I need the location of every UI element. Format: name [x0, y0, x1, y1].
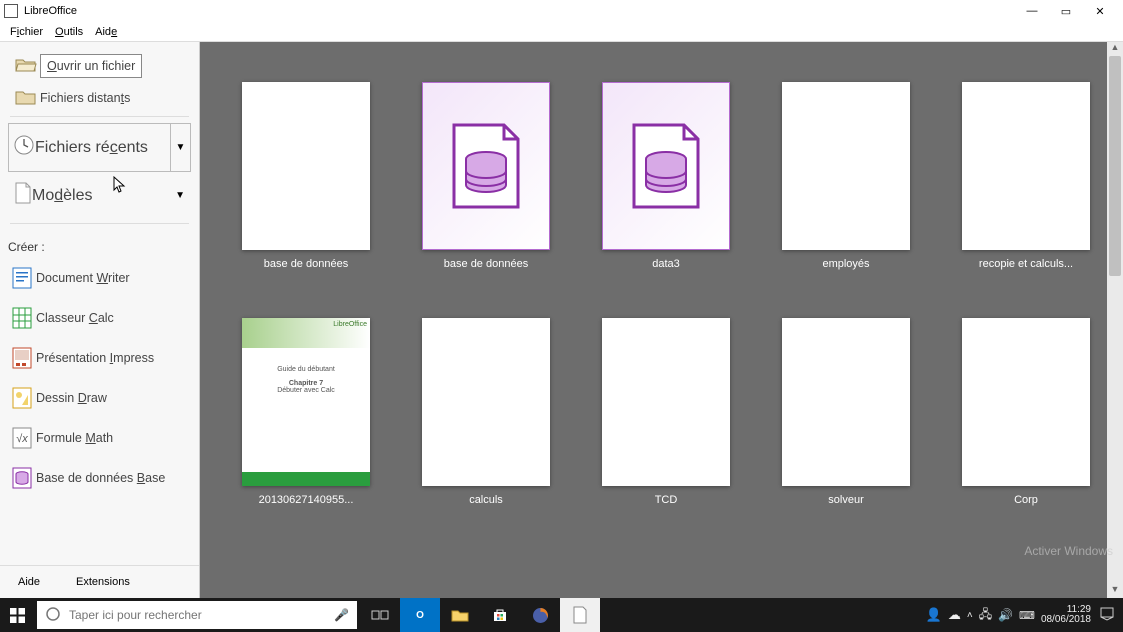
windows-taskbar: 🎤 O 👤 ☁ ˄ 🖧 🔊 ⌨ 11:29 08/06/2018	[0, 598, 1123, 632]
create-base-button[interactable]: Base de données Base	[0, 458, 199, 498]
writer-icon	[8, 267, 36, 289]
window-title: LibreOffice	[24, 5, 77, 17]
thumbnail-label: Corp	[1014, 494, 1038, 506]
menu-tools[interactable]: Outils	[49, 24, 89, 40]
document-thumbnail[interactable]: ————————————————————————————————————————…	[940, 318, 1112, 506]
cortana-icon	[45, 606, 61, 625]
document-thumbnail[interactable]: ————————————————————————————————————————…	[760, 82, 932, 270]
taskbar-app-firefox[interactable]	[520, 598, 560, 632]
taskbar-app-outlook[interactable]: O	[400, 598, 440, 632]
document-thumbnail[interactable]: ————————————————————————————————————————…	[580, 318, 752, 506]
tray-network-icon[interactable]: 🖧	[979, 605, 992, 626]
document-thumbnail[interactable]: ————————————————————————————————————————…	[940, 82, 1112, 270]
document-thumbnail[interactable]: data3	[580, 82, 752, 270]
tray-notifications-icon[interactable]	[1099, 606, 1115, 625]
help-link[interactable]: Aide	[0, 566, 58, 598]
thumbnail-label: data3	[652, 258, 680, 270]
templates-button[interactable]: Modèles ▼	[8, 172, 191, 219]
calc-icon	[8, 307, 36, 329]
task-view-button[interactable]	[360, 598, 400, 632]
thumbnail-label: base de données	[444, 258, 528, 270]
taskbar-app-explorer[interactable]	[440, 598, 480, 632]
extensions-link[interactable]: Extensions	[58, 566, 148, 598]
draw-icon	[8, 387, 36, 409]
sidebar-footer: Aide Extensions	[0, 565, 199, 598]
thumbnail-label: base de données	[264, 258, 348, 270]
document-thumbnail[interactable]: LibreOfficeGuide du débutantChapitre 7Dé…	[220, 318, 392, 506]
recent-files-button[interactable]: Fichiers récents ▼	[8, 123, 191, 172]
microphone-icon[interactable]: 🎤	[334, 608, 349, 622]
svg-text:√x: √x	[16, 433, 28, 445]
math-icon: √x	[8, 427, 36, 449]
window-titlebar: LibreOffice — ▭ ✕	[0, 0, 1123, 22]
templates-dropdown[interactable]: ▼	[175, 190, 185, 201]
minimize-button[interactable]: —	[1025, 5, 1039, 18]
thumbnail-label: employés	[822, 258, 869, 270]
taskbar-app-libreoffice[interactable]	[560, 598, 600, 632]
vertical-scrollbar[interactable]: ▲ ▼	[1107, 42, 1123, 598]
search-input[interactable]	[69, 608, 326, 622]
tray-language-icon[interactable]: ⌨	[1019, 609, 1035, 622]
document-thumbnail[interactable]: ————————————————————————————————————————…	[400, 318, 572, 506]
document-icon	[14, 182, 32, 209]
taskbar-app-store[interactable]	[480, 598, 520, 632]
remote-files-button[interactable]: Fichiers distants	[8, 84, 191, 112]
app-icon	[4, 4, 18, 18]
menu-help[interactable]: Aide	[89, 24, 123, 40]
create-calc-button[interactable]: Classeur Calc	[0, 298, 199, 338]
thumbnail-label: TCD	[655, 494, 678, 506]
recent-files-dropdown[interactable]: ▼	[170, 124, 190, 171]
thumbnail-label: solveur	[828, 494, 863, 506]
open-file-button[interactable]: Ouvrir un fichier	[8, 48, 191, 84]
create-draw-button[interactable]: Dessin Draw	[0, 378, 199, 418]
base-icon	[8, 467, 36, 489]
folder-open-icon	[12, 58, 40, 74]
document-thumbnail[interactable]: ————————————————————————————————————————…	[220, 82, 392, 270]
create-writer-button[interactable]: Document Writer	[0, 258, 199, 298]
menu-file[interactable]: Fichier	[4, 24, 49, 40]
create-math-button[interactable]: √x Formule Math	[0, 418, 199, 458]
thumbnail-label: calculs	[469, 494, 503, 506]
clock-icon	[13, 134, 35, 161]
tray-onedrive-icon[interactable]: ☁	[948, 607, 961, 623]
tray-people-icon[interactable]: 👤	[926, 607, 942, 623]
folder-icon	[12, 90, 40, 106]
taskbar-clock[interactable]: 11:29 08/06/2018	[1041, 605, 1093, 625]
recent-documents-gallery: ————————————————————————————————————————…	[200, 42, 1123, 598]
menubar: Fichier Outils Aide	[0, 22, 1123, 42]
tray-volume-icon[interactable]: 🔊	[998, 608, 1013, 622]
create-impress-button[interactable]: Présentation Impress	[0, 338, 199, 378]
thumbnail-label: 20130627140955...	[259, 494, 354, 506]
document-thumbnail[interactable]: ————————————————————————————————————————…	[760, 318, 932, 506]
impress-icon	[8, 347, 36, 369]
create-label: Créer :	[0, 228, 199, 258]
maximize-button[interactable]: ▭	[1059, 5, 1073, 18]
thumbnail-label: recopie et calculs...	[979, 258, 1073, 270]
taskbar-search[interactable]: 🎤	[37, 601, 357, 629]
sidebar: Ouvrir un fichier Fichiers distants Fich…	[0, 42, 200, 598]
start-button[interactable]	[0, 598, 34, 632]
tray-chevron-up-icon[interactable]: ˄	[967, 610, 973, 621]
close-button[interactable]: ✕	[1093, 5, 1107, 18]
document-thumbnail[interactable]: base de données	[400, 82, 572, 270]
